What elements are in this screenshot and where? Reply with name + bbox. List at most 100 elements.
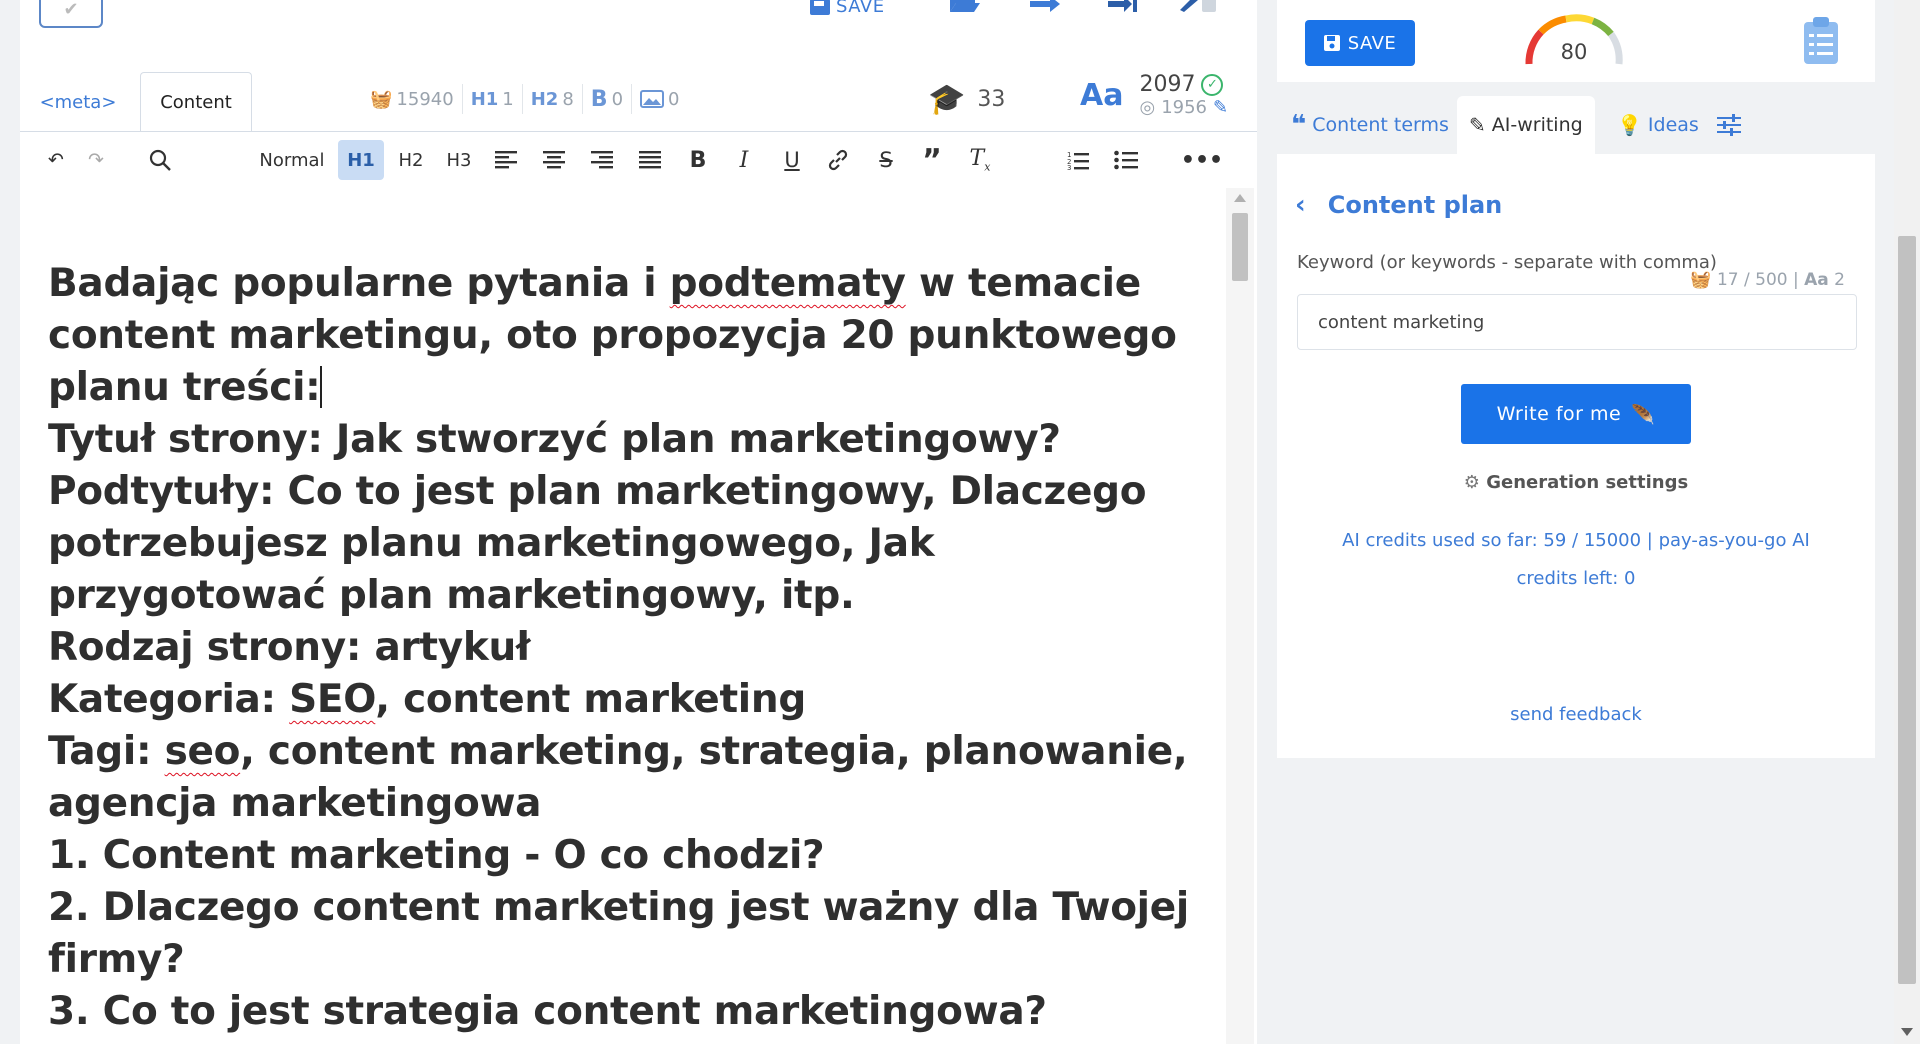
quote-icon: ”	[922, 142, 942, 178]
more-icon: •••	[1180, 147, 1224, 173]
link-button[interactable]	[820, 140, 856, 180]
basket-icon: 🧺	[1690, 270, 1712, 290]
image-icon	[640, 90, 665, 108]
stat-h1: H1 1	[463, 84, 523, 114]
send-feedback-link[interactable]: send feedback	[1277, 704, 1875, 725]
editor-scroll-thumb[interactable]	[1232, 213, 1248, 281]
ordered-list-icon: 123	[1067, 151, 1089, 170]
generation-settings-toggle[interactable]: ⚙ Generation settings	[1277, 472, 1875, 493]
more-options-button[interactable]: •••	[1180, 140, 1224, 180]
ordered-list-button[interactable]: 123	[1060, 140, 1096, 180]
tab-meta[interactable]: <meta>	[28, 72, 128, 132]
editor-line-point-2: 2. Dlaczego content marketing jest ważny…	[48, 885, 1189, 982]
magic-button[interactable]	[1180, 0, 1220, 12]
editor-line-subtitles: Podtytuły: Co to jest plan marketingowy,…	[48, 469, 1147, 618]
ai-writing-card: ‹ Content plan Keyword (or keywords - se…	[1277, 154, 1875, 758]
align-right-button[interactable]	[584, 140, 620, 180]
bold-format-icon: B	[689, 147, 707, 173]
save-button[interactable]: SAVE	[1305, 20, 1415, 66]
content-editor[interactable]: Badając popularne pytania i podtematy w …	[20, 188, 1223, 1044]
page-scrollbar[interactable]	[1894, 0, 1920, 1044]
strikethrough-button[interactable]: S	[868, 140, 904, 180]
editor-line-point-1: 1. Content marketing - O co chodzi?	[48, 833, 825, 878]
folder-open-icon	[950, 0, 980, 12]
word-count-main: 2097 ✓	[1139, 72, 1228, 97]
tab-content-terms[interactable]: ❝ Content terms	[1291, 96, 1449, 154]
italic-button[interactable]: I	[726, 140, 762, 180]
tab-content[interactable]: Content	[140, 72, 252, 132]
tab-settings[interactable]	[1717, 96, 1741, 154]
editor-line-page-type: Rodzaj strony: artykuł	[48, 625, 531, 670]
word-count-target: ◎ 1956 ✎	[1139, 97, 1229, 118]
clipboard-checklist-icon[interactable]	[1803, 16, 1839, 73]
magic-wand-icon	[1180, 0, 1216, 12]
redo-button[interactable]: ↷	[78, 140, 114, 180]
tabs-divider	[20, 131, 1257, 132]
blockquote-button[interactable]: ”	[914, 140, 950, 180]
h2-icon: H2	[530, 88, 559, 110]
write-for-me-button[interactable]: Write for me 🪶	[1461, 384, 1691, 444]
editor-line-category: Kategoria: SEO, content marketing	[48, 677, 806, 722]
style-h3-button[interactable]: H3	[436, 140, 482, 180]
approve-checkbox[interactable]: ✔	[39, 0, 103, 28]
content-score-value: 80	[1560, 40, 1588, 64]
sign-in-icon	[1108, 0, 1137, 12]
side-panel-header: SAVE 80	[1277, 0, 1875, 82]
basket-icon: 🧺	[370, 88, 393, 110]
style-h1-button[interactable]: H1	[338, 140, 384, 180]
edit-icon[interactable]: ✎	[1213, 97, 1228, 118]
strikethrough-icon: S	[879, 148, 893, 172]
style-normal-button[interactable]: Normal	[256, 140, 328, 180]
arrow-right-icon	[1030, 0, 1060, 12]
tab-ideas[interactable]: 💡 Ideas	[1617, 96, 1699, 154]
scroll-down-arrow[interactable]	[1901, 1028, 1913, 1036]
bullet-list-button[interactable]	[1108, 140, 1144, 180]
align-justify-icon	[639, 151, 661, 169]
editor-line-point-3: 3. Co to jest strategia content marketin…	[48, 989, 1047, 1034]
chevron-left-icon[interactable]: ‹	[1295, 190, 1306, 220]
underline-icon: U	[784, 148, 800, 172]
align-justify-button[interactable]	[632, 140, 668, 180]
formatting-toolbar: ↶ ↷ Normal H1 H2 H3 B I U S ” Tx 123 •••	[20, 140, 1257, 186]
link-icon	[828, 149, 848, 171]
content-plan-header[interactable]: ‹ Content plan	[1295, 190, 1502, 220]
readability-score[interactable]: 🎓 33	[928, 82, 1005, 117]
search-button[interactable]	[142, 140, 178, 180]
italic-icon: I	[739, 147, 749, 173]
style-h2-button[interactable]: H2	[388, 140, 434, 180]
ai-credits-info: AI credits used so far: 59 / 15000 | pay…	[1342, 530, 1810, 589]
stat-bold: B 0	[583, 84, 633, 114]
tab-ai-writing[interactable]: ✎ AI-writing	[1457, 96, 1595, 154]
open-folder-button[interactable]	[950, 0, 980, 12]
keyword-label: Keyword (or keywords - separate with com…	[1297, 252, 1717, 273]
align-left-button[interactable]	[488, 140, 524, 180]
page-scroll-thumb[interactable]	[1898, 236, 1916, 984]
clear-format-button[interactable]: Tx	[962, 140, 998, 180]
export-button[interactable]	[1030, 0, 1060, 12]
bold-icon: B	[590, 86, 608, 112]
lightbulb-icon: 💡	[1617, 113, 1642, 137]
undo-button[interactable]: ↶	[38, 140, 74, 180]
clear-format-icon: Tx	[969, 146, 991, 174]
align-center-button[interactable]	[536, 140, 572, 180]
editor-scrollbar[interactable]	[1226, 188, 1254, 1044]
check-icon: ✔	[63, 0, 79, 20]
editor-paragraph-intro: Badając popularne pytania i podtematy w …	[48, 261, 1177, 410]
bold-button[interactable]: B	[680, 140, 716, 180]
keyword-input[interactable]	[1297, 294, 1857, 350]
spellcheck-word: seo	[164, 729, 241, 774]
top-save-button[interactable]: SAVE	[810, 0, 885, 17]
stat-images: 0	[632, 84, 687, 114]
feather-icon: 🪶	[1631, 403, 1656, 426]
underline-button[interactable]: U	[774, 140, 810, 180]
quote-icon: ❝	[1291, 110, 1307, 140]
gears-icon: ⚙	[1463, 472, 1480, 493]
floppy-icon	[1323, 35, 1340, 51]
floppy-icon	[810, 0, 830, 15]
undo-icon: ↶	[48, 149, 64, 171]
import-button[interactable]	[1108, 0, 1138, 12]
scroll-up-arrow[interactable]	[1234, 194, 1246, 202]
stat-h2: H2 8	[523, 84, 583, 114]
content-stats: 🧺 15940 H1 1 H2 8 B 0 0	[362, 84, 687, 114]
redo-icon: ↷	[88, 149, 104, 171]
